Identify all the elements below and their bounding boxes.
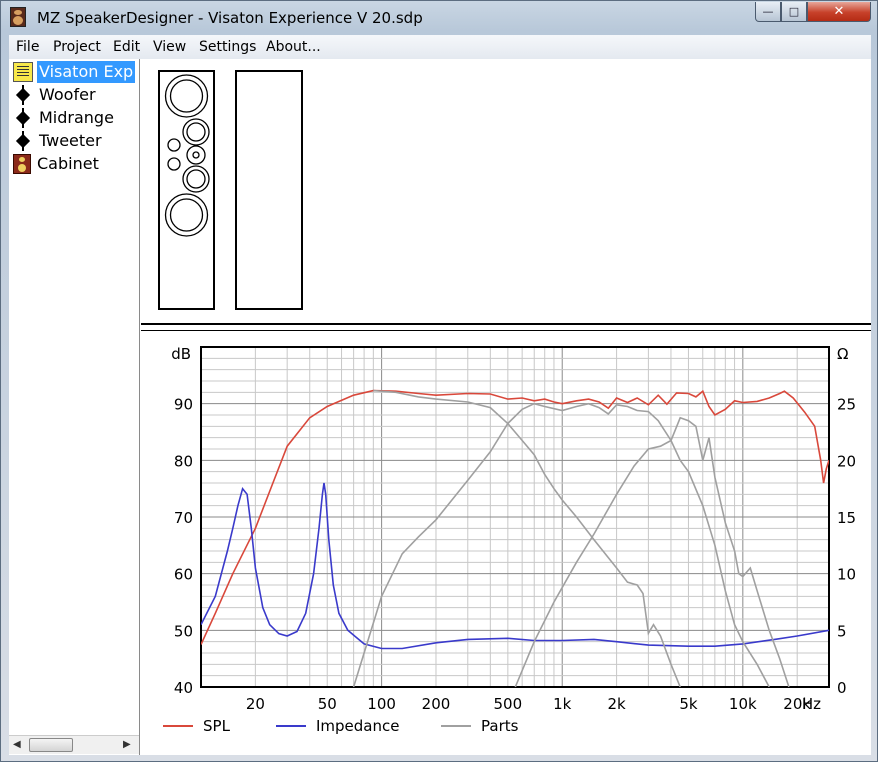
y-left-tick-label: 40 bbox=[174, 679, 193, 697]
frequency-response-graph[interactable]: dB Ω Hz 40 50 60 70 80 90 0 5 10 15 20 25 20 50 100 200 500… bbox=[141, 331, 871, 755]
legend-label-impedance: Impedance bbox=[316, 717, 399, 735]
cabinet-drawing bbox=[158, 70, 303, 310]
menu-about[interactable]: About... bbox=[266, 39, 321, 55]
y-right-tick-label: 0 bbox=[837, 679, 847, 697]
tree-item-woofer[interactable]: Woofer bbox=[13, 84, 139, 106]
bass-port-top bbox=[167, 138, 181, 152]
scroll-left-icon[interactable]: ◀ bbox=[13, 739, 21, 750]
tree-item-label: Woofer bbox=[39, 85, 96, 104]
tree-item-project[interactable]: Visaton Exp bbox=[13, 61, 139, 83]
x-tick-label: 500 bbox=[494, 695, 523, 713]
maximize-button[interactable]: □ bbox=[781, 2, 807, 22]
x-tick-label: 10k bbox=[729, 695, 757, 713]
tweeter-driver bbox=[186, 145, 206, 165]
response-chart: dB ΩHz405060708090051015202520 50 100 200 500… bbox=[163, 345, 856, 735]
x-tick-label: 100 bbox=[367, 695, 396, 713]
menu-settings[interactable]: Settings bbox=[199, 39, 256, 55]
x-tick-label: 5k bbox=[679, 695, 698, 713]
y-left-tick-label: 60 bbox=[174, 566, 193, 584]
title-bar[interactable]: MZ SpeakerDesigner - Visaton Experience … bbox=[1, 1, 877, 35]
y-right-tick-label: 20 bbox=[837, 452, 856, 470]
series-line-parts-3 bbox=[514, 416, 790, 687]
x-tick-label: 200 bbox=[422, 695, 451, 713]
y-right-tick-label: 5 bbox=[837, 622, 847, 640]
tree-item-midrange[interactable]: Midrange bbox=[13, 107, 139, 129]
cabinet-preview bbox=[141, 59, 871, 325]
menu-project[interactable]: Project bbox=[53, 39, 101, 55]
cabinet-front-view bbox=[158, 70, 215, 310]
y-left-tick-label: 70 bbox=[174, 509, 193, 527]
speaker-app-icon[interactable] bbox=[10, 7, 26, 27]
tree-item-label: Midrange bbox=[39, 108, 114, 127]
tree-item-label: Tweeter bbox=[39, 131, 102, 150]
tree-item-tweeter[interactable]: Tweeter bbox=[13, 130, 139, 152]
menu-bar: File Project Edit View Settings About... bbox=[9, 35, 871, 60]
y-left-unit-label: dB bbox=[171, 345, 191, 363]
y-left-tick-label: 80 bbox=[174, 452, 193, 470]
series-line-parts-1 bbox=[373, 389, 681, 687]
x-tick-label: 2k bbox=[607, 695, 626, 713]
legend-label-parts: Parts bbox=[481, 717, 519, 735]
x-tick-label: 50 bbox=[318, 695, 337, 713]
app-window: MZ SpeakerDesigner - Visaton Experience … bbox=[0, 0, 878, 762]
client-area: Visaton Exp Woofer Midrange Tweeter Cabi… bbox=[9, 59, 871, 755]
y-right-tick-label: 25 bbox=[837, 396, 856, 414]
tree-item-label: Visaton Exp bbox=[37, 61, 136, 83]
y-left-tick-label: 50 bbox=[174, 622, 193, 640]
y-right-unit-label: Ω bbox=[837, 345, 848, 363]
midrange-bottom-driver bbox=[182, 165, 210, 193]
project-tree[interactable]: Visaton Exp Woofer Midrange Tweeter Cabi… bbox=[9, 59, 140, 755]
cabinet-icon bbox=[13, 154, 31, 174]
tree-item-cabinet[interactable]: Cabinet bbox=[13, 153, 139, 175]
woofer-top-driver bbox=[164, 74, 209, 118]
x-tick-label: 20k bbox=[783, 695, 811, 713]
x-tick-label: 1k bbox=[553, 695, 572, 713]
driver-node-icon bbox=[13, 131, 33, 151]
y-right-tick-label: 10 bbox=[837, 566, 856, 584]
tree-horizontal-scrollbar[interactable]: ◀ ▶ bbox=[9, 735, 139, 754]
driver-node-icon bbox=[13, 85, 33, 105]
y-left-tick-label: 90 bbox=[174, 396, 193, 414]
bass-port-bottom bbox=[167, 157, 181, 171]
scroll-right-icon[interactable]: ▶ bbox=[123, 739, 131, 750]
y-right-tick-label: 15 bbox=[837, 509, 856, 527]
menu-view[interactable]: View bbox=[153, 39, 186, 55]
cabinet-side-view bbox=[235, 70, 303, 310]
woofer-bottom-driver bbox=[164, 193, 209, 237]
scrollbar-thumb[interactable] bbox=[29, 738, 73, 752]
project-icon bbox=[13, 62, 33, 82]
close-button[interactable]: ✕ bbox=[807, 2, 871, 22]
minimize-button[interactable]: — bbox=[755, 2, 781, 22]
legend-label-spl: SPL bbox=[203, 717, 231, 735]
menu-file[interactable]: File bbox=[16, 39, 39, 55]
driver-node-icon bbox=[13, 108, 33, 128]
x-tick-label: 20 bbox=[246, 695, 265, 713]
tree-item-label: Cabinet bbox=[37, 154, 99, 173]
menu-edit[interactable]: Edit bbox=[113, 39, 140, 55]
window-title: MZ SpeakerDesigner - Visaton Experience … bbox=[37, 9, 423, 27]
midrange-top-driver bbox=[182, 118, 210, 146]
